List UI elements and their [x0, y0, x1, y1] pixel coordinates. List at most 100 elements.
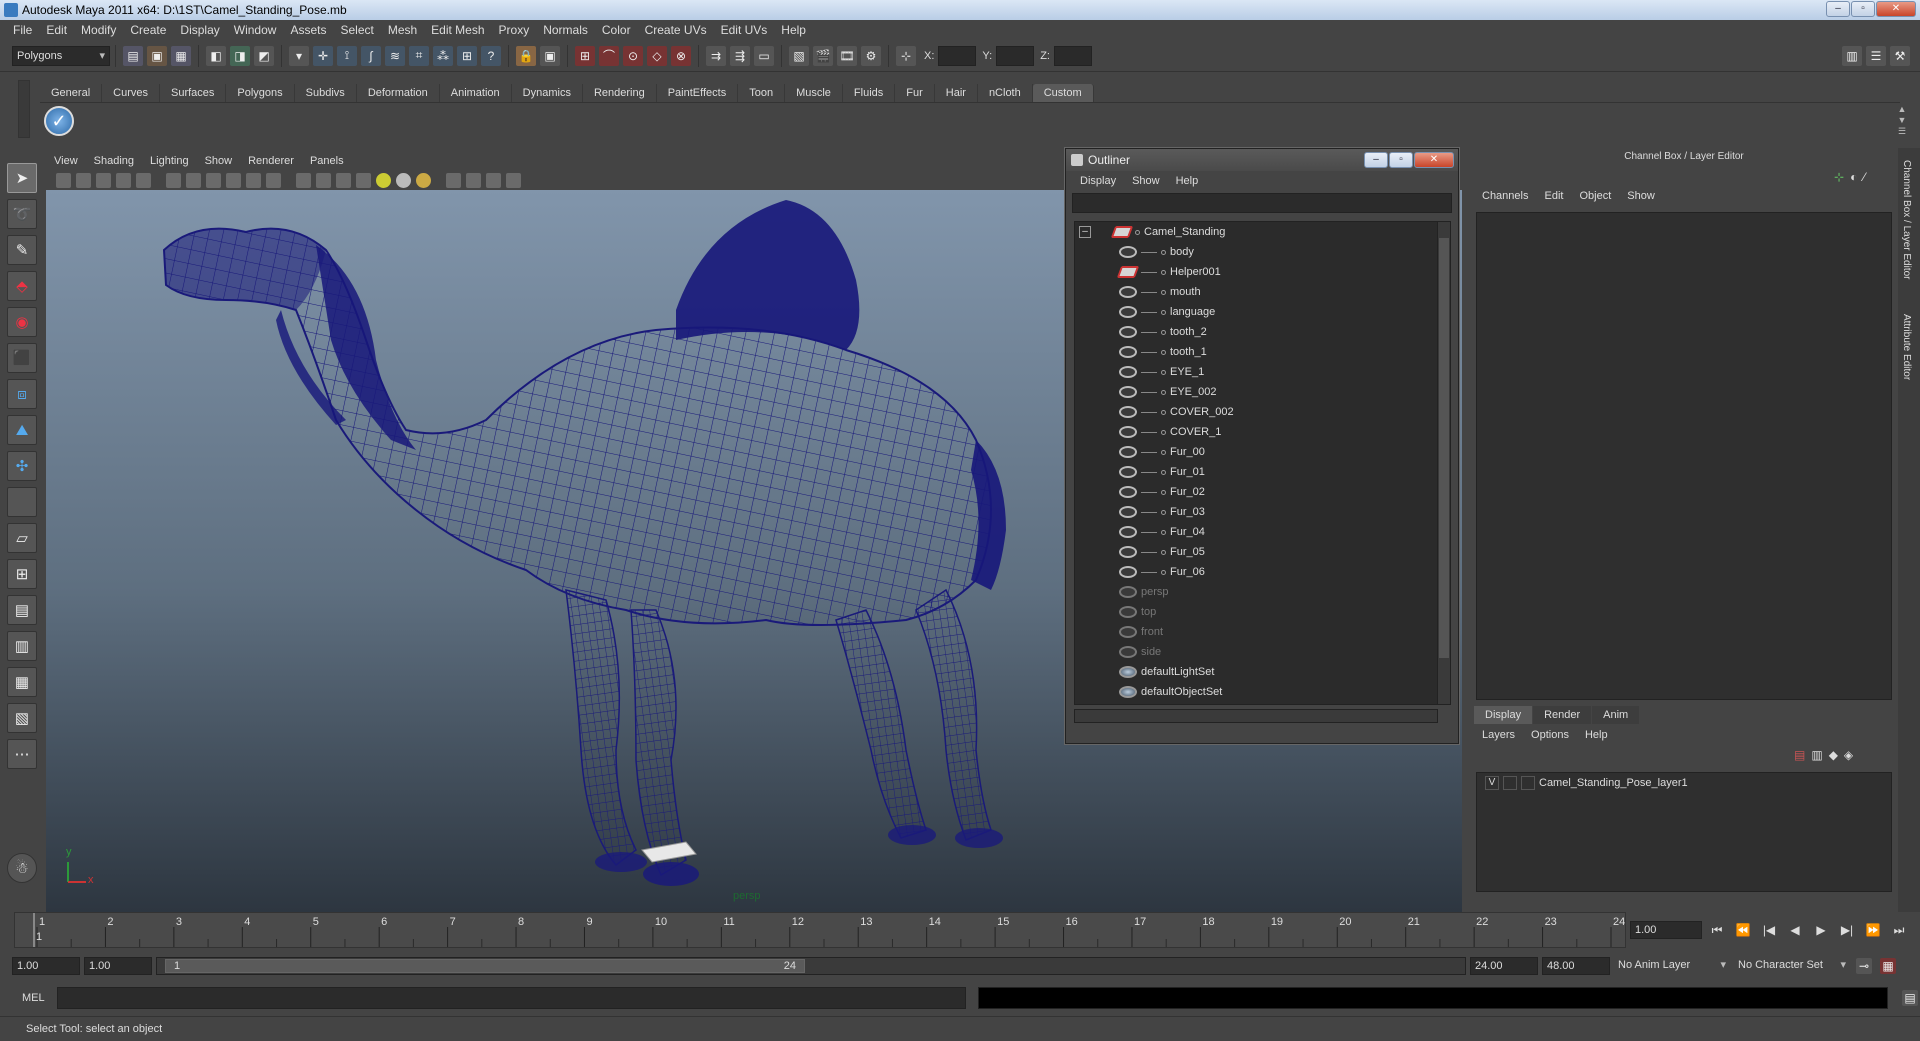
create-layer-from-selection-icon[interactable]: ◈	[1844, 748, 1853, 762]
snap-point-icon[interactable]: ⊙	[623, 45, 643, 66]
play-backwards-icon[interactable]: ◀	[1784, 921, 1806, 939]
shadows-icon[interactable]	[396, 172, 411, 188]
image-plane-icon[interactable]	[116, 172, 131, 188]
history-icon[interactable]: ⇉	[706, 45, 726, 66]
lasso-tool-icon[interactable]: ➰	[7, 199, 37, 229]
wireframe-icon[interactable]	[296, 172, 311, 188]
render-view-icon[interactable]: ▧	[789, 45, 809, 66]
smooth-shade-icon[interactable]	[316, 172, 331, 188]
select-misc-icon[interactable]: ?	[481, 45, 501, 66]
outliner-row-camera[interactable]: top	[1075, 602, 1437, 622]
select-handles-icon[interactable]: ✛	[313, 45, 333, 66]
playback-start-field[interactable]: 1.00	[84, 957, 152, 975]
menu-help[interactable]: Help	[774, 23, 813, 37]
outliner-row[interactable]: COVER_002	[1075, 402, 1437, 422]
pick-mask-icon[interactable]: ▾	[289, 45, 309, 66]
outliner-row[interactable]: Fur_02	[1075, 482, 1437, 502]
auto-key-icon[interactable]: ⊸	[1856, 958, 1872, 974]
layer-color-swatch[interactable]	[1521, 776, 1535, 790]
outliner-row[interactable]: Fur_06	[1075, 562, 1437, 582]
outliner-row[interactable]: EYE_1	[1075, 362, 1437, 382]
toggle-channel-box-icon[interactable]: ▥	[1842, 45, 1862, 66]
outliner-horizontal-scrollbar[interactable]	[1074, 709, 1438, 723]
channel-box-attributes-area[interactable]	[1476, 212, 1892, 700]
layer-tab-display[interactable]: Display	[1474, 706, 1533, 724]
shelf-tab-subdivs[interactable]: Subdivs	[295, 84, 357, 102]
select-surfaces-icon[interactable]: ≋	[385, 45, 405, 66]
speed-icon[interactable]: ◐	[1850, 170, 1857, 184]
lock-selection-icon[interactable]: 🔒	[516, 45, 536, 66]
close-button[interactable]: ✕	[1876, 1, 1916, 17]
move-tool-icon[interactable]: ⬘	[7, 271, 37, 301]
make-live-icon[interactable]: ⊗	[671, 45, 691, 66]
persp-texture-layout-icon[interactable]: ▧	[7, 703, 37, 733]
camera-select-icon[interactable]	[56, 172, 71, 188]
current-time-field[interactable]	[1630, 921, 1702, 939]
channel-box-menu-channels[interactable]: Channels	[1474, 190, 1536, 202]
universal-manipulator-icon[interactable]: ⧈	[7, 379, 37, 409]
character-set-selector[interactable]: No Character Set	[1734, 956, 1850, 976]
outliner-row-set[interactable]: defaultLightSet	[1075, 662, 1437, 682]
menu-file[interactable]: File	[6, 23, 39, 37]
rotate-tool-icon[interactable]: ◉	[7, 307, 37, 337]
render-current-frame-icon[interactable]: 🎬	[813, 45, 833, 66]
menu-display[interactable]: Display	[173, 23, 226, 37]
outliner-row[interactable]: language	[1075, 302, 1437, 322]
select-hierarchy-icon[interactable]: ◧	[206, 45, 226, 66]
menu-proxy[interactable]: Proxy	[492, 23, 537, 37]
outliner-row-set[interactable]: defaultObjectSet	[1075, 682, 1437, 702]
range-slider-thumb[interactable]: 1 24	[165, 959, 805, 973]
layer-menu-help[interactable]: Help	[1577, 726, 1616, 744]
channel-box-menu-edit[interactable]: Edit	[1536, 190, 1571, 202]
shelf-tab-general[interactable]: General	[40, 84, 103, 102]
safe-action-icon[interactable]	[246, 172, 261, 188]
shelf-tab-dynamics[interactable]: Dynamics	[512, 84, 583, 102]
shelf-tab-fur[interactable]: Fur	[895, 84, 935, 102]
four-view-layout-icon[interactable]: ⊞	[7, 559, 37, 589]
show-manipulator-icon[interactable]: ✣	[7, 451, 37, 481]
film-gate-icon[interactable]	[166, 172, 181, 188]
hypershade-layout-icon[interactable]: ▦	[7, 667, 37, 697]
range-slider-track[interactable]: 1 24	[156, 957, 1466, 975]
highlight-selection-icon[interactable]: ▣	[540, 45, 560, 66]
z-field[interactable]	[1053, 45, 1092, 66]
channel-box-menu-show[interactable]: Show	[1619, 190, 1663, 202]
outliner-row[interactable]: mouth	[1075, 282, 1437, 302]
move-layer-up-icon[interactable]: ▤	[1794, 748, 1805, 762]
menu-color[interactable]: Color	[595, 23, 638, 37]
last-tool-icon[interactable]	[7, 487, 37, 517]
layer-row[interactable]: V Camel_Standing_Pose_layer1	[1477, 773, 1891, 793]
outliner-close-button[interactable]: ✕	[1414, 152, 1454, 168]
menu-normals[interactable]: Normals	[536, 23, 595, 37]
menu-window[interactable]: Window	[227, 23, 284, 37]
layer-type-toggle[interactable]	[1503, 776, 1517, 790]
move-layer-down-icon[interactable]: ▥	[1811, 748, 1822, 762]
go-to-start-icon[interactable]: ⏮	[1706, 921, 1728, 939]
menu-set-selector[interactable]: Polygons	[12, 45, 110, 66]
layer-menu-layers[interactable]: Layers	[1474, 726, 1523, 744]
current-time-indicator[interactable]	[33, 913, 35, 947]
shelf-tab-deformation[interactable]: Deformation	[357, 84, 440, 102]
new-scene-icon[interactable]: ▤	[123, 45, 143, 66]
construction-history-icon[interactable]: ⇶	[730, 45, 750, 66]
shelf-tab-muscle[interactable]: Muscle	[785, 84, 843, 102]
layer-tab-render[interactable]: Render	[1533, 706, 1592, 724]
shelf-tab-animation[interactable]: Animation	[440, 84, 512, 102]
gate-mask-icon[interactable]	[206, 172, 221, 188]
outliner-row-camera[interactable]: side	[1075, 642, 1437, 662]
maximize-button[interactable]: ▫	[1851, 1, 1875, 17]
menu-select[interactable]: Select	[333, 23, 380, 37]
outliner-title-bar[interactable]: Outliner – ▫ ✕	[1066, 149, 1458, 171]
textured-icon[interactable]	[356, 172, 371, 188]
menu-edit-uvs[interactable]: Edit UVs	[714, 23, 775, 37]
select-deformations-icon[interactable]: ⌗	[409, 45, 429, 66]
field-chart-icon[interactable]	[226, 172, 241, 188]
go-to-end-icon[interactable]: ⏭	[1888, 921, 1910, 939]
layer-menu-options[interactable]: Options	[1523, 726, 1577, 744]
step-forward-key-icon[interactable]: ▶|	[1836, 921, 1858, 939]
outliner-menu-show[interactable]: Show	[1124, 175, 1168, 187]
single-perspective-layout-icon[interactable]: ▱	[7, 523, 37, 553]
snap-curve-icon[interactable]: ⌒	[599, 45, 619, 66]
snap-view-plane-icon[interactable]: ◇	[647, 45, 667, 66]
render-settings-icon[interactable]: ⚙	[861, 45, 881, 66]
